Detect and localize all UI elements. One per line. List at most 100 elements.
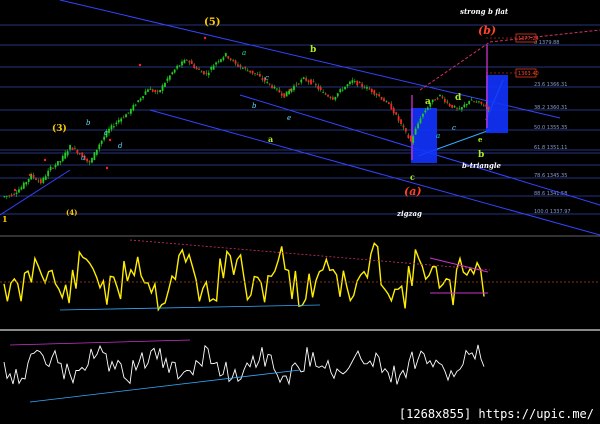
candle-body [293,85,295,91]
candle-body [71,147,74,150]
candle-body [232,60,235,61]
candle-body [419,118,422,124]
candle-body [424,110,427,113]
candle-body [127,112,130,114]
wave-label: (3) [52,123,67,134]
candle-body [465,103,468,106]
wave-label: b-triangle [462,161,502,170]
minor-wave-label: d [118,142,123,150]
candle-body [278,89,281,93]
candle-body [142,96,144,99]
candle-body [383,98,385,102]
candle-body [300,79,303,83]
candle-body [310,79,312,85]
candle-body [249,70,252,73]
candle-body [334,96,337,100]
candle-body [198,68,200,70]
candle-body [120,118,123,122]
candle-body [358,81,361,84]
candle-body [91,157,93,163]
candle-body [353,81,356,82]
candle-body [302,77,305,79]
wave-mark [288,88,292,92]
candle-body [227,56,230,59]
candle-body [39,179,42,184]
candle-body [76,150,79,154]
minor-wave-label: b [252,102,257,110]
candle-body [130,109,132,114]
wave-label: (5) [204,17,220,28]
candle-body [166,78,169,81]
wave-mark [138,63,142,67]
wave-label: b [310,45,316,55]
candle-body [256,74,259,76]
candle-body [47,170,50,177]
candle-body [95,149,98,155]
wave-mark [43,158,47,162]
candle-body [400,119,402,124]
candle-body [200,71,203,73]
candle-body [456,107,458,109]
candle-body [234,60,237,64]
candle-body [171,72,174,75]
candle-body [485,104,488,107]
candle-body [154,90,157,93]
candle-body [380,97,383,100]
wave-label: a [425,97,431,107]
oscillator-1-line [3,241,485,312]
candle-body [417,123,419,129]
candle-body [344,86,346,90]
candle-body [482,105,485,107]
candle-body [327,94,329,97]
minor-wave-label: b [86,119,91,127]
fib-label: 38.2 1360.31 [534,105,567,111]
candle-body [217,61,220,63]
candle-body [314,84,317,86]
candle-body [470,99,473,101]
candle-body [276,88,278,90]
trend-line [59,0,561,119]
candle-body [20,187,23,190]
wave-mark [203,36,207,40]
candle-body [86,158,88,162]
candle-body [42,177,45,183]
wave-label: d [455,93,462,103]
candle-body [224,53,227,57]
candle-body [480,101,483,104]
candle-body [436,98,439,100]
candle-body [460,107,463,110]
candle-body [349,81,351,85]
candle-body [288,90,290,95]
candle-body [426,107,429,110]
candle-body [35,178,37,180]
candle-body [100,140,103,144]
wave-mark [108,138,112,142]
candle-body [210,67,213,70]
candle-body [373,90,376,95]
minor-wave-label: a [436,132,440,140]
watermark-text: [1268x855] https://upic.me/ [396,407,596,421]
candle-body [341,89,344,91]
candle-body [329,96,332,99]
candle-body [319,87,322,90]
candle-body [409,136,412,142]
candle-body [239,65,242,67]
candle-body [220,59,222,62]
osc-trend [59,304,321,311]
candle-body [375,94,378,96]
wave-label: (4) [66,208,78,217]
channel-lines [0,0,600,236]
candle-body [271,85,273,89]
fib-label: 100.0 1337.97 [534,209,571,215]
candle-body [336,93,339,97]
candle-body [132,105,135,111]
fib-label: 23.6 1366.31 [534,82,567,88]
candle-body [331,97,334,100]
candle-body [22,182,25,189]
candle-body [285,91,288,97]
candle-body [144,91,147,95]
projection-box [486,75,508,133]
wave-label: e [478,135,483,144]
candle-body [443,98,446,103]
price-tag-text: 1363.40 [518,71,539,77]
